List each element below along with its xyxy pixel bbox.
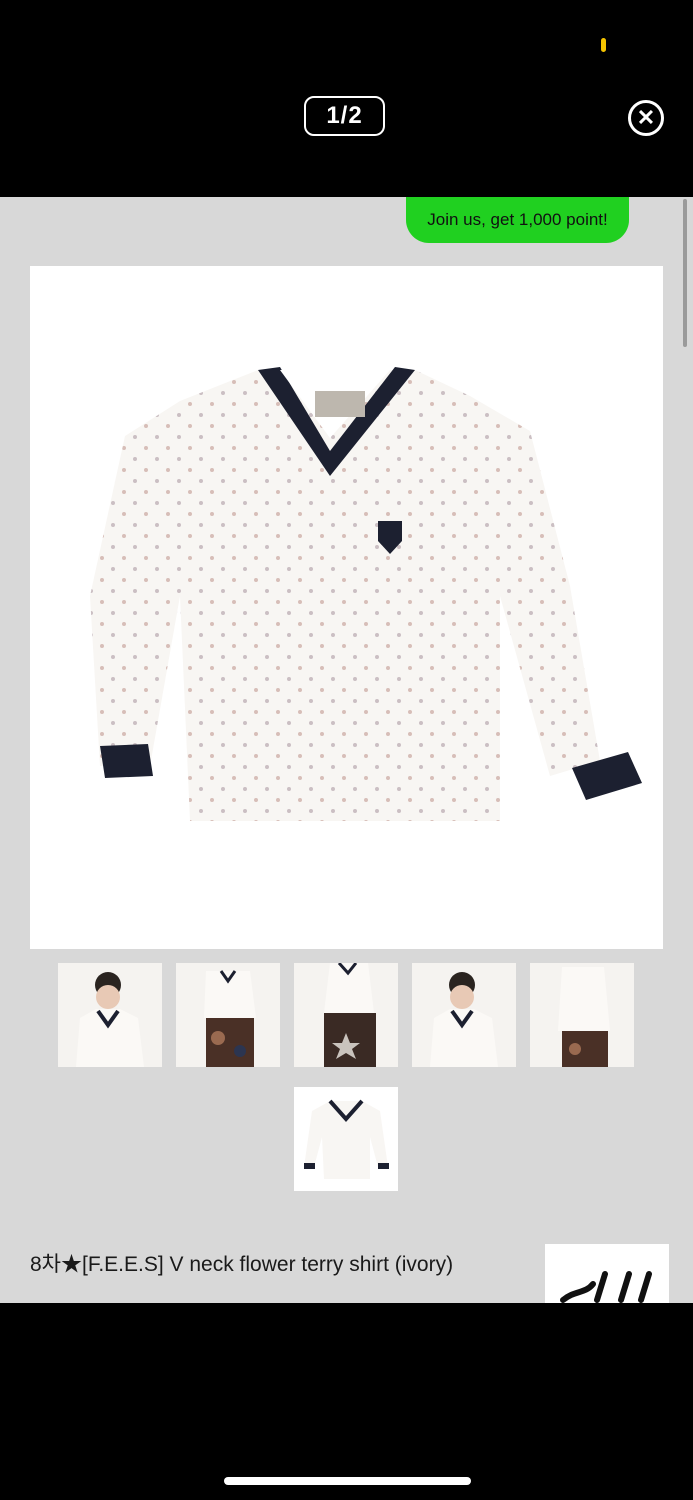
thumbnail-model-front-2[interactable] <box>412 963 516 1067</box>
scrollbar[interactable] <box>683 199 687 347</box>
home-indicator[interactable] <box>224 1477 471 1485</box>
join-promo-button[interactable]: Join us, get 1,000 point! <box>406 197 629 243</box>
close-icon: ✕ <box>636 105 656 130</box>
thumbnail-model-front[interactable] <box>58 963 162 1067</box>
status-indicator <box>601 38 606 52</box>
product-page[interactable]: Join us, get 1,000 point! 8차★[F.E.E.S] V… <box>0 197 693 1303</box>
product-main-image[interactable] <box>30 266 663 949</box>
thumbnail-model-back[interactable] <box>530 963 634 1067</box>
thumbnail-model-star-pants[interactable] <box>294 963 398 1067</box>
viewer-header: 1/2 ✕ <box>0 0 693 197</box>
product-title: 8차★[F.E.E.S] V neck flower terry shirt (… <box>30 1253 454 1276</box>
shirt-illustration <box>90 367 642 821</box>
thumbnail-model-full[interactable] <box>176 963 280 1067</box>
related-thumbnail[interactable] <box>545 1244 669 1303</box>
close-button[interactable]: ✕ <box>628 100 664 136</box>
image-counter: 1/2 <box>304 96 385 136</box>
thumbnail-flat-shirt[interactable] <box>294 1087 398 1191</box>
